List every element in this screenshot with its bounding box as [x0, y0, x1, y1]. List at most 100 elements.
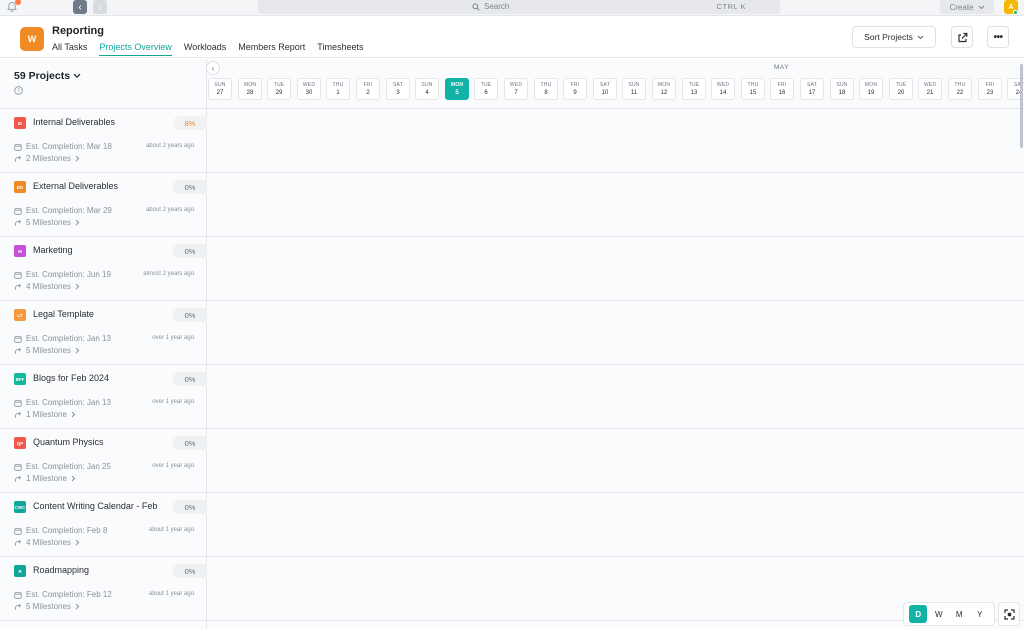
tab-members-report[interactable]: Members Report	[238, 42, 305, 56]
day-number: 21	[926, 90, 934, 96]
project-badge: ID	[14, 117, 26, 129]
day-cell: SAT 17	[800, 78, 824, 100]
project-milestones-link[interactable]: 4 Milestones	[14, 538, 80, 547]
search-placeholder: Search	[484, 2, 510, 11]
day-cell: TUE 20	[889, 78, 913, 100]
est-completion-text: Est. Completion: Jan 13	[26, 398, 111, 407]
search-icon	[472, 2, 480, 11]
day-name: WED	[509, 82, 523, 88]
project-updated-ago: over 1 year ago	[152, 463, 194, 469]
project-name[interactable]: Legal Template	[33, 309, 94, 319]
calendar-icon	[14, 527, 22, 535]
day-number: 20	[897, 90, 905, 96]
timeline-row	[207, 365, 1024, 429]
project-updated-ago: about 2 years ago	[145, 207, 194, 213]
day-number: 10	[601, 90, 609, 96]
project-row[interactable]: ID Internal Deliverables 8% Est. Completion…	[0, 109, 207, 173]
project-milestones-link[interactable]: 1 Milestone	[14, 410, 76, 419]
timeline-row	[207, 173, 1024, 237]
chevron-right-icon: ›	[98, 1, 102, 13]
project-milestones-link[interactable]: 5 Milestones	[14, 602, 80, 611]
project-row[interactable]: R Roadmapping 0% Est. Completion: Feb 12 abo…	[0, 557, 207, 621]
sort-projects-button[interactable]: Sort Projects	[852, 26, 936, 48]
project-milestones-link[interactable]: 2 Milestones	[14, 154, 80, 163]
calendar-icon	[14, 143, 22, 151]
project-row[interactable]: LT Legal Template 0% Est. Completion: Jan 1…	[0, 301, 207, 365]
day-cell: WED 21	[918, 78, 942, 100]
zoom-week-button[interactable]: W	[930, 605, 948, 623]
online-status-dot	[1013, 10, 1018, 15]
project-row[interactable]: CWC Content Writing Calendar - Feb 0% Est. …	[0, 493, 207, 557]
est-completion-text: Est. Completion: Mar 29	[26, 206, 112, 215]
top-bar: ‹ › Search CTRL K Create A	[0, 0, 1024, 16]
est-completion-text: Est. Completion: Feb 8	[26, 526, 108, 535]
month-label: MAY	[774, 64, 790, 71]
help-icon[interactable]: ?	[14, 86, 23, 95]
project-name[interactable]: External Deliverables	[33, 181, 118, 191]
project-row[interactable]: ED External Deliverables 0% Est. Completion…	[0, 173, 207, 237]
sidebar-toggle-icon[interactable]: ‹	[0, 31, 6, 43]
project-milestones-link[interactable]: 5 Milestones	[14, 218, 80, 227]
project-milestones-link[interactable]: 5 Milestones	[14, 346, 80, 355]
vertical-scrollbar[interactable]	[1020, 64, 1023, 148]
chevron-right-icon	[75, 603, 80, 610]
day-number: 4	[425, 90, 429, 96]
zoom-day-button[interactable]: D	[909, 605, 928, 623]
day-cell: MON 12	[652, 78, 676, 100]
milestone-icon	[15, 539, 22, 546]
timeline-row	[207, 493, 1024, 557]
tab-timesheets[interactable]: Timesheets	[317, 42, 363, 56]
calendar-icon	[14, 207, 22, 215]
day-number: 3	[396, 90, 400, 96]
project-progress: 0%	[173, 308, 207, 322]
milestone-icon	[15, 475, 22, 482]
project-row[interactable]: M Marketing 0% Est. Completion: Jun 19 almos…	[0, 237, 207, 301]
day-cell: FRI 23	[978, 78, 1002, 100]
day-name: FRI	[570, 82, 580, 88]
day-name: SUN	[836, 82, 848, 88]
project-name[interactable]: Quantum Physics	[33, 437, 104, 447]
project-est-completion: Est. Completion: Mar 29	[14, 206, 112, 215]
day-cell: SUN 27	[208, 78, 232, 100]
day-cell: THU 15	[741, 78, 765, 100]
day-name: SAT	[600, 82, 610, 88]
projects-list-panel: 59 Projects ? ID Internal Deliverables 8% E…	[0, 59, 207, 629]
project-name[interactable]: Content Writing Calendar - Feb	[33, 501, 157, 511]
tab-workloads[interactable]: Workloads	[184, 42, 226, 56]
project-milestones-link[interactable]: 4 Milestones	[14, 282, 80, 291]
project-count-dropdown[interactable]: 59 Projects	[14, 70, 81, 82]
project-row[interactable]: QP Quantum Physics 0% Est. Completion: Jan …	[0, 429, 207, 493]
tab-projects-overview[interactable]: Projects Overview	[99, 42, 172, 56]
project-updated-ago: over 1 year ago	[152, 399, 194, 405]
day-cell: FRI 9	[563, 78, 587, 100]
project-est-completion: Est. Completion: Jun 19	[14, 270, 111, 279]
project-badge: M	[14, 245, 26, 257]
collapse-panel-button[interactable]: ‹	[206, 61, 220, 75]
share-button[interactable]	[951, 26, 973, 48]
search-bar[interactable]: Search CTRL K	[258, 0, 780, 14]
est-completion-text: Est. Completion: Jan 25	[26, 462, 111, 471]
project-est-completion: Est. Completion: Mar 18	[14, 142, 112, 151]
zoom-year-button[interactable]: Y	[971, 605, 989, 623]
project-name[interactable]: Marketing	[33, 245, 73, 255]
project-row[interactable]: BFF Blogs for Feb 2024 0% Est. Completion: …	[0, 365, 207, 429]
project-name[interactable]: Blogs for Feb 2024	[33, 373, 109, 383]
est-completion-text: Est. Completion: Mar 18	[26, 142, 112, 151]
milestones-text: 1 Milestone	[26, 474, 67, 483]
project-milestones-link[interactable]: 1 Milestone	[14, 474, 76, 483]
day-number: 1	[336, 90, 340, 96]
day-number: 17	[808, 90, 816, 96]
forward-button[interactable]: ›	[93, 0, 107, 14]
project-name[interactable]: Internal Deliverables	[33, 117, 115, 127]
fullscreen-button[interactable]	[998, 602, 1020, 626]
notification-badge	[15, 0, 21, 5]
create-button[interactable]: Create	[940, 0, 994, 14]
zoom-month-button[interactable]: M	[950, 605, 968, 623]
back-button[interactable]: ‹	[73, 0, 87, 14]
more-options-button[interactable]: •••	[987, 26, 1009, 48]
day-number: 28	[246, 90, 254, 96]
est-completion-text: Est. Completion: Jan 13	[26, 334, 111, 343]
tab-all-tasks[interactable]: All Tasks	[52, 42, 87, 56]
project-name[interactable]: Roadmapping	[33, 565, 89, 575]
day-cell: TUE 6	[474, 78, 498, 100]
